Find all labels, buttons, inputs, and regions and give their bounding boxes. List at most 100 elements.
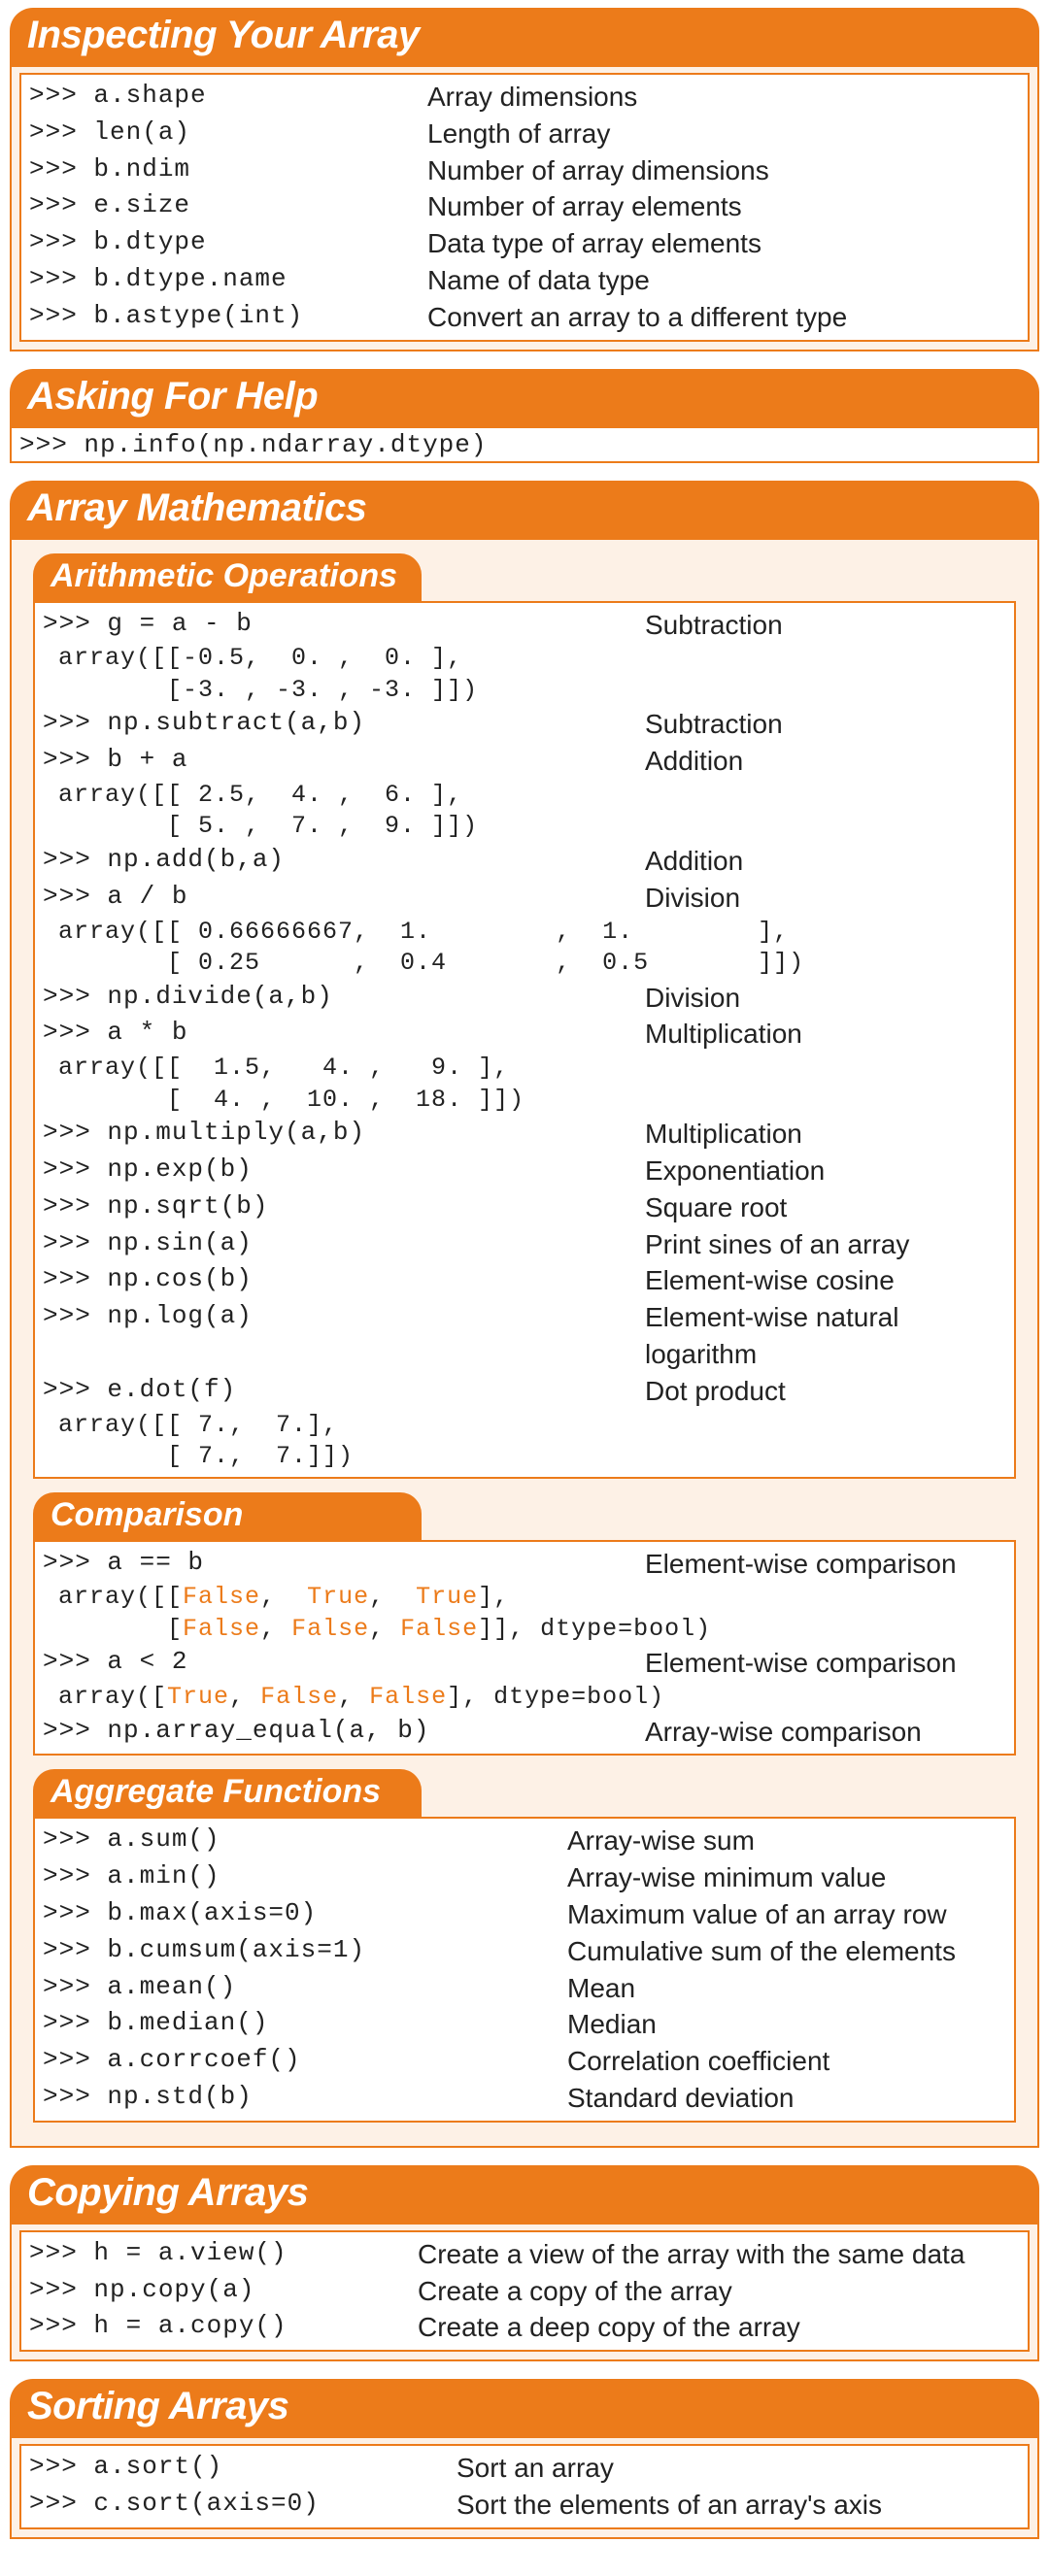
code-text: >>> e.dot(f) xyxy=(43,1373,645,1407)
code-row: >>> b.ndimNumber of array dimensions xyxy=(29,152,1020,189)
code-text: >>> a < 2 xyxy=(43,1645,645,1679)
desc-text: Maximum value of an array row xyxy=(567,1896,1006,1933)
desc-text: Length of array xyxy=(427,116,1020,152)
code-row: >>> b + aAddition xyxy=(43,743,1006,780)
code-text: >>> np.log(a) xyxy=(43,1299,645,1333)
code-row: >>> a == bElement-wise comparison xyxy=(43,1546,1006,1583)
code-row: >>> a / bDivision xyxy=(43,880,1006,917)
section-body-sorting: >>> a.sort()Sort an array>>> c.sort(axis… xyxy=(10,2436,1039,2539)
code-row: >>> a.mean()Mean xyxy=(43,1970,1006,2007)
section-body-math: Arithmetic Operations >>> g = a - bSubtr… xyxy=(10,538,1039,2148)
code-row: >>> c.sort(axis=0)Sort the elements of a… xyxy=(29,2487,1020,2524)
code-text: >>> np.array_equal(a, b) xyxy=(43,1714,645,1748)
code-row: >>> e.sizeNumber of array elements xyxy=(29,188,1020,225)
desc-text: Array dimensions xyxy=(427,79,1020,116)
code-row: >>> a < 2Element-wise comparison xyxy=(43,1645,1006,1682)
subsection-comparison: Comparison >>> a == bElement-wise compar… xyxy=(12,1492,1037,1756)
code-row: >>> b.dtype.nameName of data type xyxy=(29,262,1020,299)
desc-text: Create a view of the array with the same… xyxy=(418,2236,1020,2273)
section-header-sorting: Sorting Arrays xyxy=(10,2379,1039,2436)
section-body-inspecting: >>> a.shapeArray dimensions>>> len(a)Len… xyxy=(10,65,1039,351)
desc-text: Square root xyxy=(645,1189,1006,1226)
desc-text: Element-wise natural logarithm xyxy=(645,1299,1006,1373)
code-text: >>> b.ndim xyxy=(29,152,427,186)
code-text: >>> np.multiply(a,b) xyxy=(43,1116,645,1150)
desc-text: Element-wise comparison xyxy=(645,1645,1006,1682)
code-text: >>> c.sort(axis=0) xyxy=(29,2487,457,2521)
output-line: array([[ 7., 7.], xyxy=(43,1410,1006,1442)
code-text: >>> np.sin(a) xyxy=(43,1226,645,1260)
desc-text: Multiplication xyxy=(645,1116,1006,1153)
code-row: >>> h = a.view()Create a view of the arr… xyxy=(29,2236,1020,2273)
subsection-header-arithmetic: Arithmetic Operations xyxy=(33,553,422,601)
desc-text: Division xyxy=(645,880,1006,917)
desc-text: Name of data type xyxy=(427,262,1020,299)
code-text: >>> h = a.view() xyxy=(29,2236,418,2270)
code-box-arithmetic: >>> g = a - bSubtraction array([[-0.5, 0… xyxy=(33,601,1016,1479)
code-text: >>> h = a.copy() xyxy=(29,2309,418,2343)
code-box-comparison: >>> a == bElement-wise comparison array(… xyxy=(33,1540,1016,1756)
code-row: >>> a.shapeArray dimensions xyxy=(29,79,1020,116)
code-text: >>> a.min() xyxy=(43,1859,567,1893)
desc-text: Create a deep copy of the array xyxy=(418,2309,1020,2346)
output-line: [ 7., 7.]]) xyxy=(43,1441,1006,1473)
code-text: >>> a.sum() xyxy=(43,1823,567,1857)
code-text: >>> np.std(b) xyxy=(43,2080,567,2114)
output-line: [ 4. , 10. , 18. ]]) xyxy=(43,1085,1006,1117)
output-line: array([[ 2.5, 4. , 6. ], xyxy=(43,780,1006,812)
code-text: >>> np.add(b,a) xyxy=(43,843,645,877)
code-row: >>> a.corrcoef()Correlation coefficient xyxy=(43,2043,1006,2080)
code-text: >>> b + a xyxy=(43,743,645,777)
code-row: >>> a.min()Array-wise minimum value xyxy=(43,1859,1006,1896)
code-text: >>> a / b xyxy=(43,880,645,914)
desc-text: Exponentiation xyxy=(645,1153,1006,1189)
section-header-asking: Asking For Help xyxy=(10,369,1039,426)
code-text: >>> a == b xyxy=(43,1546,645,1580)
desc-text: Multiplication xyxy=(645,1016,1006,1053)
desc-text: Number of array elements xyxy=(427,188,1020,225)
desc-text: Array-wise sum xyxy=(567,1823,1006,1859)
output-line: array([[ 1.5, 4. , 9. ], xyxy=(43,1053,1006,1085)
subsection-header-aggregate: Aggregate Functions xyxy=(33,1769,422,1817)
code-box-aggregate: >>> a.sum()Array-wise sum>>> a.min()Arra… xyxy=(33,1817,1016,2122)
code-row: >>> len(a)Length of array xyxy=(29,116,1020,152)
code-text: >>> len(a) xyxy=(29,116,427,150)
code-row: >>> b.astype(int)Convert an array to a d… xyxy=(29,299,1020,336)
desc-text: Addition xyxy=(645,743,1006,780)
desc-text: Cumulative sum of the elements xyxy=(567,1933,1006,1970)
desc-text: Data type of array elements xyxy=(427,225,1020,262)
desc-text: Median xyxy=(567,2006,1006,2043)
code-row: >>> np.array_equal(a, b)Array-wise compa… xyxy=(43,1714,1006,1751)
output-line: array([True, False, False], dtype=bool) xyxy=(43,1682,1006,1714)
code-text: >>> np.exp(b) xyxy=(43,1153,645,1187)
code-text: >>> b.median() xyxy=(43,2006,567,2040)
desc-text: Sort an array xyxy=(457,2450,1020,2487)
code-box-inspecting: >>> a.shapeArray dimensions>>> len(a)Len… xyxy=(19,73,1030,342)
section-body-copying: >>> h = a.view()Create a view of the arr… xyxy=(10,2223,1039,2361)
code-text: >>> e.size xyxy=(29,188,427,222)
code-text: >>> np.sqrt(b) xyxy=(43,1189,645,1223)
code-text: >>> a.shape xyxy=(29,79,427,113)
code-row: >>> np.copy(a)Create a copy of the array xyxy=(29,2273,1020,2310)
section-copying: Copying Arrays >>> h = a.view()Create a … xyxy=(10,2165,1039,2361)
code-row: >>> np.log(a)Element-wise natural logari… xyxy=(43,1299,1006,1373)
code-row: >>> np.cos(b)Element-wise cosine xyxy=(43,1262,1006,1299)
desc-text: Number of array dimensions xyxy=(427,152,1020,189)
desc-text: Sort the elements of an array's axis xyxy=(457,2487,1020,2524)
code-line: >>> np.info(np.ndarray.dtype) xyxy=(19,430,1030,459)
desc-text: Subtraction xyxy=(645,607,1006,644)
output-line: [False, False, False]], dtype=bool) xyxy=(43,1614,1006,1646)
code-row: >>> a.sort()Sort an array xyxy=(29,2450,1020,2487)
code-row: >>> a * bMultiplication xyxy=(43,1016,1006,1053)
output-line: [ 0.25 , 0.4 , 0.5 ]]) xyxy=(43,948,1006,980)
code-text: >>> a * b xyxy=(43,1016,645,1050)
code-text: >>> b.dtype xyxy=(29,225,427,259)
code-row: >>> np.subtract(a,b)Subtraction xyxy=(43,706,1006,743)
subsection-arithmetic: Arithmetic Operations >>> g = a - bSubtr… xyxy=(12,553,1037,1479)
code-row: >>> b.dtypeData type of array elements xyxy=(29,225,1020,262)
output-line: [ 5. , 7. , 9. ]]) xyxy=(43,811,1006,843)
desc-text: Element-wise cosine xyxy=(645,1262,1006,1299)
output-line: array([[-0.5, 0. , 0. ], xyxy=(43,643,1006,675)
desc-text: Array-wise minimum value xyxy=(567,1859,1006,1896)
code-row: >>> b.median()Median xyxy=(43,2006,1006,2043)
